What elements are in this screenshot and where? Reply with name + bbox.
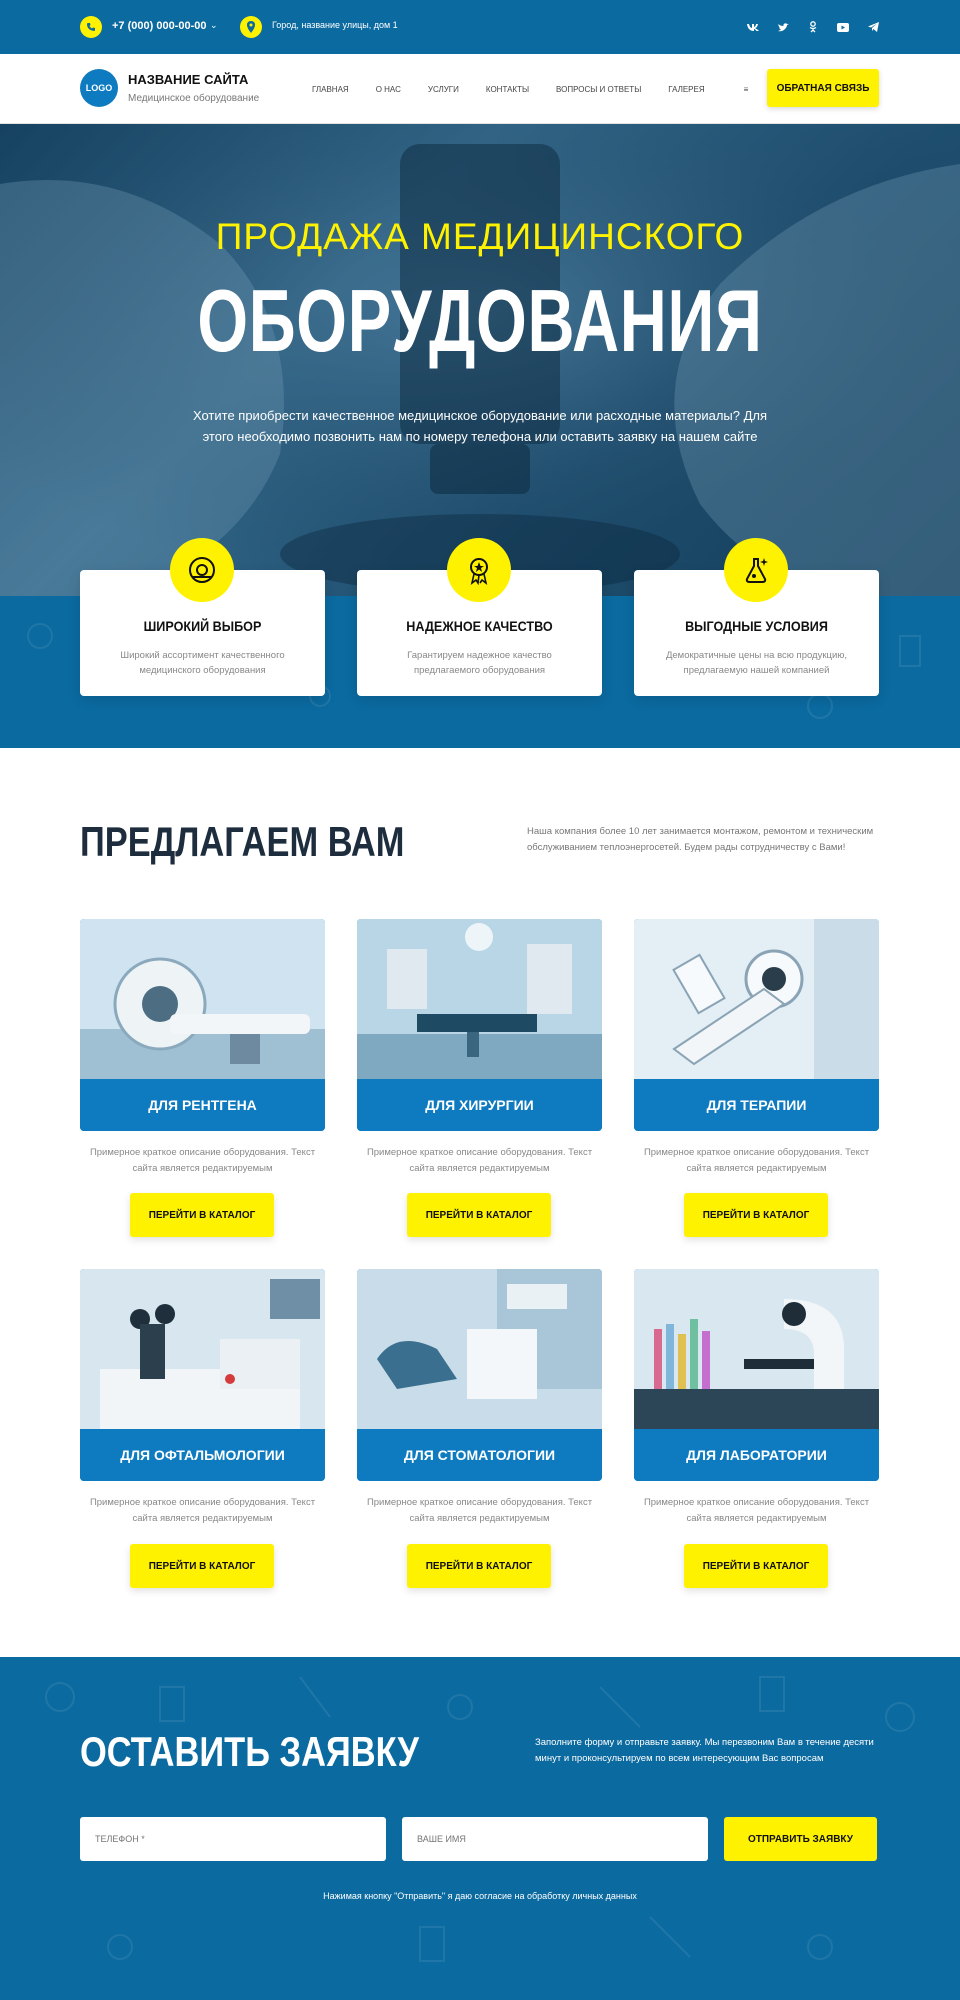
dental-chair-image [357,1269,602,1429]
feature-card-conditions: ВЫГОДНЫЕ УСЛОВИЯ Демократичные цены на в… [634,538,879,696]
ophthalmology-microscope-image [80,1269,325,1429]
catalog-card-therapy[interactable]: ДЛЯ ТЕРАПИИ [634,919,879,1131]
catalog-card-ophthalmology[interactable]: ДЛЯ ОФТАЛЬМОЛОГИИ [80,1269,325,1481]
laboratory-image [634,1269,879,1429]
card-description: Примерное краткое описание оборудования.… [366,1497,593,1524]
flask-icon [724,538,788,602]
menu-item-gallery[interactable]: ГАЛЕРЕЯ [668,85,704,94]
operating-room-image [357,919,602,1079]
site-name[interactable]: НАЗВАНИЕ САЙТА [128,72,248,87]
feature-card-quality: НАДЕЖНОЕ КАЧЕСТВО Гарантируем надежное к… [357,538,602,696]
hero-title: ОБОРУДОВАНИЯ [197,271,763,370]
go-to-catalog-button[interactable]: ПЕРЕЙТИ В КАТАЛОГ [684,1544,828,1588]
name-input[interactable] [402,1817,708,1861]
odnoklassniki-icon[interactable] [806,20,820,34]
navbar: LOGO НАЗВАНИЕ САЙТА Медицинское оборудов… [0,54,960,124]
catalog-card-surgery[interactable]: ДЛЯ ХИРУРГИИ [357,919,602,1131]
request-section: ОСТАВИТЬ ЗАЯВКУ Заполните форму и отправ… [0,1657,960,2000]
phone-icon [80,16,102,38]
vk-icon[interactable] [746,20,760,34]
go-to-catalog-button[interactable]: ПЕРЕЙТИ В КАТАЛОГ [130,1544,274,1588]
site-description: Медицинское оборудование [128,93,260,104]
hero-description: Хотите приобрести качественное медицинск… [192,408,768,444]
card-label: ДЛЯ ЛАБОРАТОРИИ [634,1429,879,1481]
top-bar: +7 (000) 000-00-00 ⌄ Город, название ули… [0,0,960,54]
card-description: Примерное краткое описание оборудования.… [89,1497,316,1524]
feature-description: Демократичные цены на всю продукцию, пре… [665,650,848,676]
go-to-catalog-button[interactable]: ПЕРЕЙТИ В КАТАЛОГ [407,1193,551,1237]
card-label: ДЛЯ ТЕРАПИИ [634,1079,879,1131]
request-title: ОСТАВИТЬ ЗАЯВКУ [80,1728,419,1775]
twitter-icon[interactable] [776,20,790,34]
ct-scanner-image [80,919,325,1079]
award-icon [447,538,511,602]
request-description: Заполните форму и отправьте заявку. Мы п… [535,1737,874,1764]
consent-text: Нажимая кнопку "Отправить" я даю согласи… [323,1891,637,1901]
catalog-card-dentistry[interactable]: ДЛЯ СТОМАТОЛОГИИ [357,1269,602,1481]
card-description: Примерное краткое описание оборудования.… [643,1147,870,1174]
mri-icon [170,538,234,602]
feature-card-wide-choice: ШИРОКИЙ ВЫБОР Широкий ассортимент качест… [80,538,325,696]
menu-item-contacts[interactable]: КОНТАКТЫ [486,85,529,94]
chevron-down-icon[interactable]: ⌄ [210,20,218,31]
card-label: ДЛЯ РЕНТГЕНА [80,1079,325,1131]
youtube-icon[interactable] [836,20,850,34]
menu-item-services[interactable]: УСЛУГИ [428,85,459,94]
menu-item-faq[interactable]: ВОПРОСЫ И ОТВЕТЫ [556,85,641,94]
logo[interactable]: LOGO [80,69,118,107]
feature-title: ВЫГОДНЫЕ УСЛОВИЯ [685,618,828,634]
phone-number[interactable]: +7 (000) 000-00-00 [112,20,206,32]
offer-title: ПРЕДЛАГАЕМ ВАМ [80,818,405,865]
go-to-catalog-button[interactable]: ПЕРЕЙТИ В КАТАЛОГ [684,1193,828,1237]
catalog-card-laboratory[interactable]: ДЛЯ ЛАБОРАТОРИИ [634,1269,879,1481]
menu-item-home[interactable]: ГЛАВНАЯ [312,85,349,94]
feature-title: ШИРОКИЙ ВЫБОР [143,618,262,634]
submit-request-button[interactable]: ОТПРАВИТЬ ЗАЯВКУ [724,1817,877,1861]
feature-title: НАДЕЖНОЕ КАЧЕСТВО [406,618,553,634]
address: Город, название улицы, дом 1 [272,20,398,30]
therapy-machine-image [634,919,879,1079]
card-description: Примерное краткое описание оборудования.… [89,1147,316,1174]
feature-description: Гарантируем надежное качество предлагаем… [407,650,552,676]
phone-input[interactable] [80,1817,386,1861]
catalog-card-xray[interactable]: ДЛЯ РЕНТГЕНА [80,919,325,1131]
offer-description: Наша компания более 10 лет занимается мо… [527,826,874,853]
card-description: Примерное краткое описание оборудования.… [366,1147,593,1174]
feedback-button[interactable]: ОБРАТНАЯ СВЯЗЬ [767,69,879,107]
card-label: ДЛЯ ХИРУРГИИ [357,1079,602,1131]
card-label: ДЛЯ ОФТАЛЬМОЛОГИИ [80,1429,325,1481]
card-description: Примерное краткое описание оборудования.… [643,1497,870,1524]
go-to-catalog-button[interactable]: ПЕРЕЙТИ В КАТАЛОГ [407,1544,551,1588]
main-menu: ГЛАВНАЯ О НАС УСЛУГИ КОНТАКТЫ ВОПРОСЫ И … [312,85,775,94]
menu-more-icon[interactable]: ≡ [744,85,749,94]
telegram-icon[interactable] [866,20,880,34]
feature-description: Широкий ассортимент качественного медици… [120,650,285,676]
card-label: ДЛЯ СТОМАТОЛОГИИ [357,1429,602,1481]
menu-item-about[interactable]: О НАС [376,85,401,94]
hero-subtitle: ПРОДАЖА МЕДИЦИНСКОГО [215,216,745,257]
go-to-catalog-button[interactable]: ПЕРЕЙТИ В КАТАЛОГ [130,1193,274,1237]
hero-section: ПРОДАЖА МЕДИЦИНСКОГО ОБОРУДОВАНИЯ Хотите… [0,124,960,596]
location-pin-icon [240,16,262,38]
